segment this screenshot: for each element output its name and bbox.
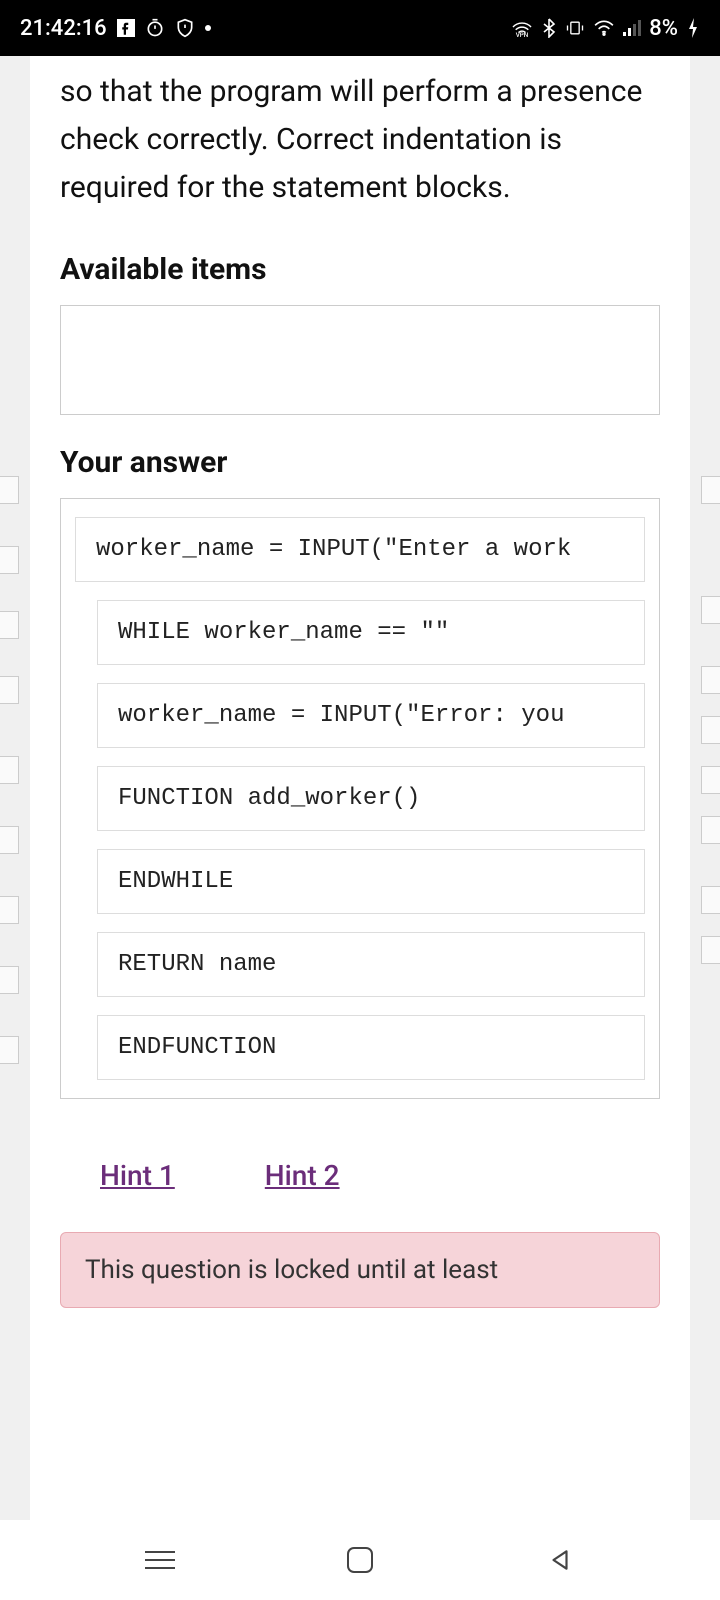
puzzle-edge-left — [0, 56, 30, 1520]
svg-text:VPN: VPN — [516, 31, 529, 37]
page-body: so that the program will perform a prese… — [0, 56, 720, 1520]
code-block[interactable]: ENDWHILE — [97, 849, 645, 914]
code-block[interactable]: FUNCTION add_worker() — [97, 766, 645, 831]
battery-percent: 8% — [649, 16, 678, 41]
status-right: VPN 8% — [511, 16, 700, 41]
instruction-text: so that the program will perform a prese… — [60, 68, 660, 212]
locked-banner: This question is locked until at least — [60, 1232, 660, 1308]
answer-dropzone[interactable]: worker_name = INPUT("Enter a work WHILE … — [60, 498, 660, 1099]
facebook-icon — [117, 19, 135, 37]
notification-dot-icon — [205, 25, 211, 31]
wifi-icon — [593, 20, 615, 36]
status-left: 21:42:16 — [20, 16, 211, 41]
triangle-back-icon — [547, 1547, 573, 1573]
status-bar: 21:42:16 VPN 8% — [0, 0, 720, 56]
code-block[interactable]: ENDFUNCTION — [97, 1015, 645, 1080]
home-button[interactable] — [340, 1540, 380, 1580]
timer-icon — [145, 18, 165, 38]
square-icon — [347, 1547, 373, 1573]
bluetooth-icon — [541, 18, 557, 38]
available-items-header: Available items — [60, 252, 660, 287]
your-answer-header: Your answer — [60, 445, 660, 480]
shield-icon — [175, 18, 195, 38]
vibrate-icon — [565, 19, 585, 37]
puzzle-edge-right — [690, 56, 720, 1520]
status-time: 21:42:16 — [20, 16, 107, 41]
back-button[interactable] — [540, 1540, 580, 1580]
code-block[interactable]: worker_name = INPUT("Enter a work — [75, 517, 645, 582]
hint-2-link[interactable]: Hint 2 — [265, 1159, 340, 1192]
available-items-dropzone[interactable] — [60, 305, 660, 415]
code-block[interactable]: WHILE worker_name == "" — [97, 600, 645, 665]
hints-row: Hint 1 Hint 2 — [60, 1159, 660, 1192]
code-block[interactable]: worker_name = INPUT("Error: you — [97, 683, 645, 748]
content-card: so that the program will perform a prese… — [30, 56, 690, 1520]
hamburger-icon — [145, 1551, 175, 1569]
code-block[interactable]: RETURN name — [97, 932, 645, 997]
hint-1-link[interactable]: Hint 1 — [100, 1159, 175, 1192]
recent-apps-button[interactable] — [140, 1540, 180, 1580]
android-nav-bar — [0, 1520, 720, 1600]
signal-icon — [623, 20, 641, 36]
battery-charging-icon — [686, 18, 700, 38]
vpn-icon: VPN — [511, 19, 533, 37]
